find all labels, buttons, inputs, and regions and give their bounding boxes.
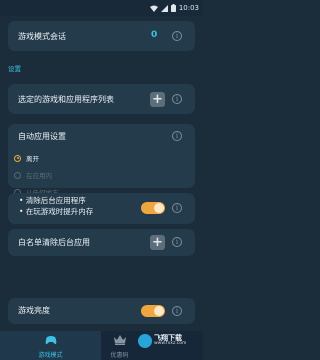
watermark-logo-icon bbox=[138, 334, 152, 348]
watermark: 飞翔下载 www.fxxz.com bbox=[138, 334, 186, 348]
watermark-url: www.fxxz.com bbox=[154, 341, 187, 347]
battery-icon bbox=[170, 4, 176, 12]
info-icon[interactable]: i bbox=[172, 131, 182, 141]
add-button[interactable]: + bbox=[150, 235, 165, 250]
info-icon[interactable]: i bbox=[172, 203, 182, 213]
whitelist-label: 白名单清除后台应用 bbox=[18, 238, 90, 247]
gamepad-icon bbox=[45, 336, 56, 344]
info-icon[interactable]: i bbox=[172, 94, 182, 104]
radio-option-leave[interactable]: 离开 bbox=[14, 153, 39, 163]
add-button[interactable]: + bbox=[150, 92, 165, 107]
clear-background-line1: • 清除后台应用程序 bbox=[19, 196, 86, 205]
radio-unselected-icon bbox=[14, 171, 21, 179]
game-session-card: 游戏模式会话 0 i bbox=[8, 21, 195, 51]
info-icon[interactable]: i bbox=[172, 237, 182, 247]
tab-game-mode[interactable]: 游戏模式 bbox=[0, 331, 101, 360]
toggle-knob bbox=[154, 306, 164, 316]
selected-list-card[interactable]: 选定的游戏和应用程序列表 + i bbox=[8, 84, 195, 114]
brightness-card: 游戏亮度 i bbox=[8, 298, 195, 324]
settings-section-label: 设置 bbox=[8, 65, 21, 73]
tab-label: 优惠码 bbox=[110, 352, 129, 359]
clear-background-sublabel: 在玩游戏时提升内存 bbox=[25, 207, 94, 216]
crown-icon bbox=[113, 335, 126, 345]
auto-apply-title: 自动应用设置 bbox=[18, 132, 66, 141]
tab-label: 游戏模式 bbox=[38, 352, 63, 359]
clear-background-toggle[interactable] bbox=[141, 202, 165, 214]
info-icon[interactable]: i bbox=[172, 306, 182, 316]
radio-option-in-app[interactable]: 在应用内 bbox=[14, 170, 52, 180]
game-session-count: 0 bbox=[151, 30, 158, 40]
brightness-toggle[interactable] bbox=[141, 305, 165, 317]
info-icon[interactable]: i bbox=[172, 31, 182, 41]
tab-promo-code[interactable]: 优惠码 bbox=[101, 331, 138, 360]
radio-option-label: 在应用内 bbox=[26, 172, 52, 180]
radio-option-label: 离开 bbox=[26, 155, 39, 163]
game-session-label: 游戏模式会话 bbox=[18, 32, 66, 41]
signal-icon bbox=[160, 4, 168, 12]
wifi-icon bbox=[149, 5, 158, 12]
selected-list-label: 选定的游戏和应用程序列表 bbox=[18, 95, 114, 104]
clear-background-label: 清除后台应用程序 bbox=[25, 196, 86, 205]
status-bar: 10:03 bbox=[0, 0, 203, 16]
whitelist-card[interactable]: 白名单清除后台应用 + i bbox=[8, 229, 195, 256]
radio-selected-icon bbox=[14, 154, 21, 162]
toggle-knob bbox=[154, 203, 164, 213]
status-time: 10:03 bbox=[178, 4, 199, 12]
brightness-label: 游戏亮度 bbox=[18, 306, 50, 315]
clear-background-line2: • 在玩游戏时提升内存 bbox=[19, 207, 94, 216]
